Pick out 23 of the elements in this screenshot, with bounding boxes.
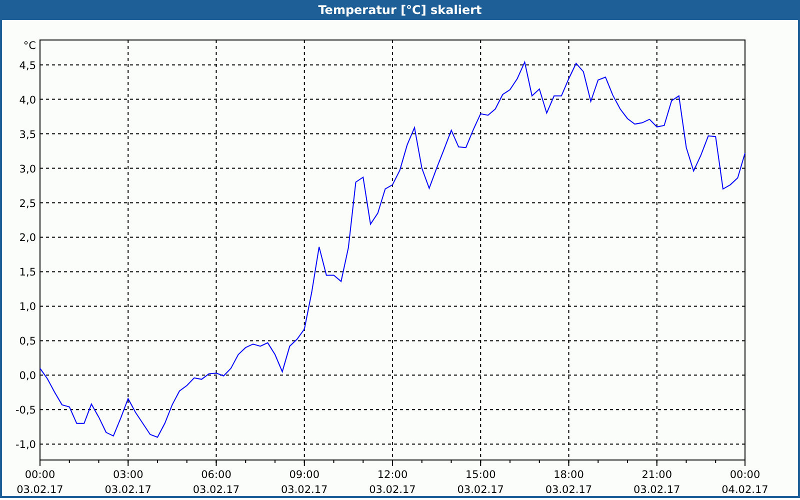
y-tick-label: 3,5 xyxy=(19,128,36,141)
y-tick-label: 3,0 xyxy=(19,163,36,176)
window-title: Temperatur [°C] skaliert xyxy=(2,0,798,20)
y-tick-label: -1,0 xyxy=(16,439,36,452)
x-tick-label: 12:00 03.02.17 xyxy=(369,469,416,496)
y-tick-label: -0,5 xyxy=(16,404,36,417)
y-tick-label: 4,0 xyxy=(19,94,36,106)
x-tick-label: 03:00 03.02.17 xyxy=(104,469,152,496)
x-tick-label: 09:00 03.02.17 xyxy=(281,469,328,496)
y-tick-label: 0,0 xyxy=(19,370,36,382)
y-tick-label: 1,5 xyxy=(19,266,36,279)
y-axis-unit: °C xyxy=(23,40,36,52)
y-tick-label: 2,5 xyxy=(19,198,36,210)
x-tick-label: 21:00 03.02.17 xyxy=(634,469,680,496)
y-tick-label: 1,0 xyxy=(19,301,36,314)
x-tick-label: 18:00 03.02.17 xyxy=(545,469,592,496)
x-tick-label: 00:00 04.02.17 xyxy=(722,469,768,496)
y-tick-label: 4,5 xyxy=(19,60,36,72)
y-tick-label: 0,5 xyxy=(19,336,36,348)
x-tick-label: 15:00 03.02.17 xyxy=(457,469,504,496)
x-tick-label: 06:00 03.02.17 xyxy=(192,469,240,496)
y-tick-label: 2,0 xyxy=(19,232,36,244)
x-tick-label: 00:00 03.02.17 xyxy=(16,469,64,496)
